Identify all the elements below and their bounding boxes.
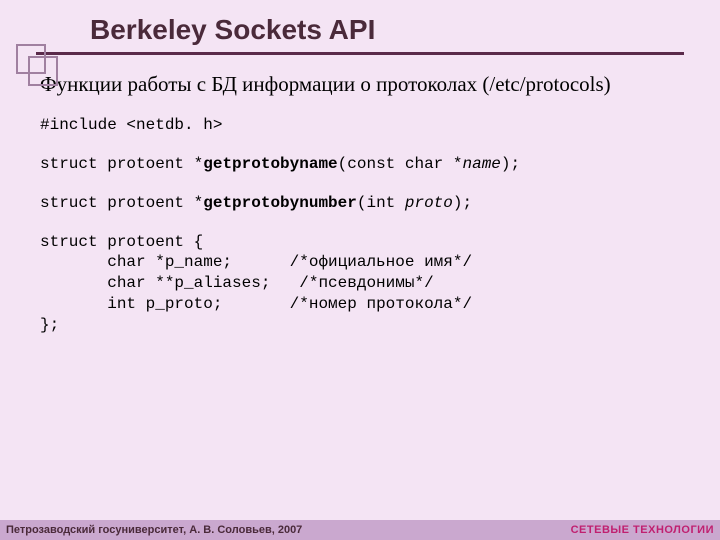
code-line: struct protoent { xyxy=(40,233,203,251)
code-fn-name: getprotobynumber xyxy=(203,194,357,212)
code-arg: name xyxy=(462,155,500,173)
footer-right: СЕТЕВЫЕ ТЕХНОЛОГИИ xyxy=(571,524,714,536)
code-fn1: struct protoent *getprotobyname(const ch… xyxy=(40,154,680,175)
footer-left: Петрозаводский госуниверситет, А. В. Сол… xyxy=(6,524,302,536)
code-comment: /*псевдонимы*/ xyxy=(270,274,433,292)
code-struct: struct protoent { char *p_name; /*официа… xyxy=(40,232,680,336)
code-fn2: struct protoent *getprotobynumber(int pr… xyxy=(40,193,680,214)
code-include: #include <netdb. h> xyxy=(40,115,680,136)
slide: Berkeley Sockets API Функции работы с БД… xyxy=(0,0,720,540)
code-arg: proto xyxy=(405,194,453,212)
code-text: struct protoent * xyxy=(40,194,203,212)
code-text: (const char * xyxy=(338,155,463,173)
subtitle: Функции работы с БД информации о протоко… xyxy=(40,71,680,97)
code-line: int p_proto; xyxy=(40,295,222,313)
code-text: ); xyxy=(453,194,472,212)
code-text: (int xyxy=(357,194,405,212)
code-line: }; xyxy=(40,316,59,334)
corner-decoration xyxy=(16,44,60,88)
deco-square xyxy=(28,56,58,86)
code-text: struct protoent * xyxy=(40,155,203,173)
code-text: ); xyxy=(501,155,520,173)
code-line: char **p_aliases; xyxy=(40,274,270,292)
code-comment: /*номер протокола*/ xyxy=(222,295,472,313)
slide-title: Berkeley Sockets API xyxy=(90,14,720,46)
content: Функции работы с БД информации о протоко… xyxy=(0,55,720,336)
footer: Петрозаводский госуниверситет, А. В. Сол… xyxy=(0,520,720,540)
title-area: Berkeley Sockets API xyxy=(0,0,720,46)
code-fn-name: getprotobyname xyxy=(203,155,337,173)
code-comment: /*официальное имя*/ xyxy=(232,253,472,271)
code-line: char *p_name; xyxy=(40,253,232,271)
